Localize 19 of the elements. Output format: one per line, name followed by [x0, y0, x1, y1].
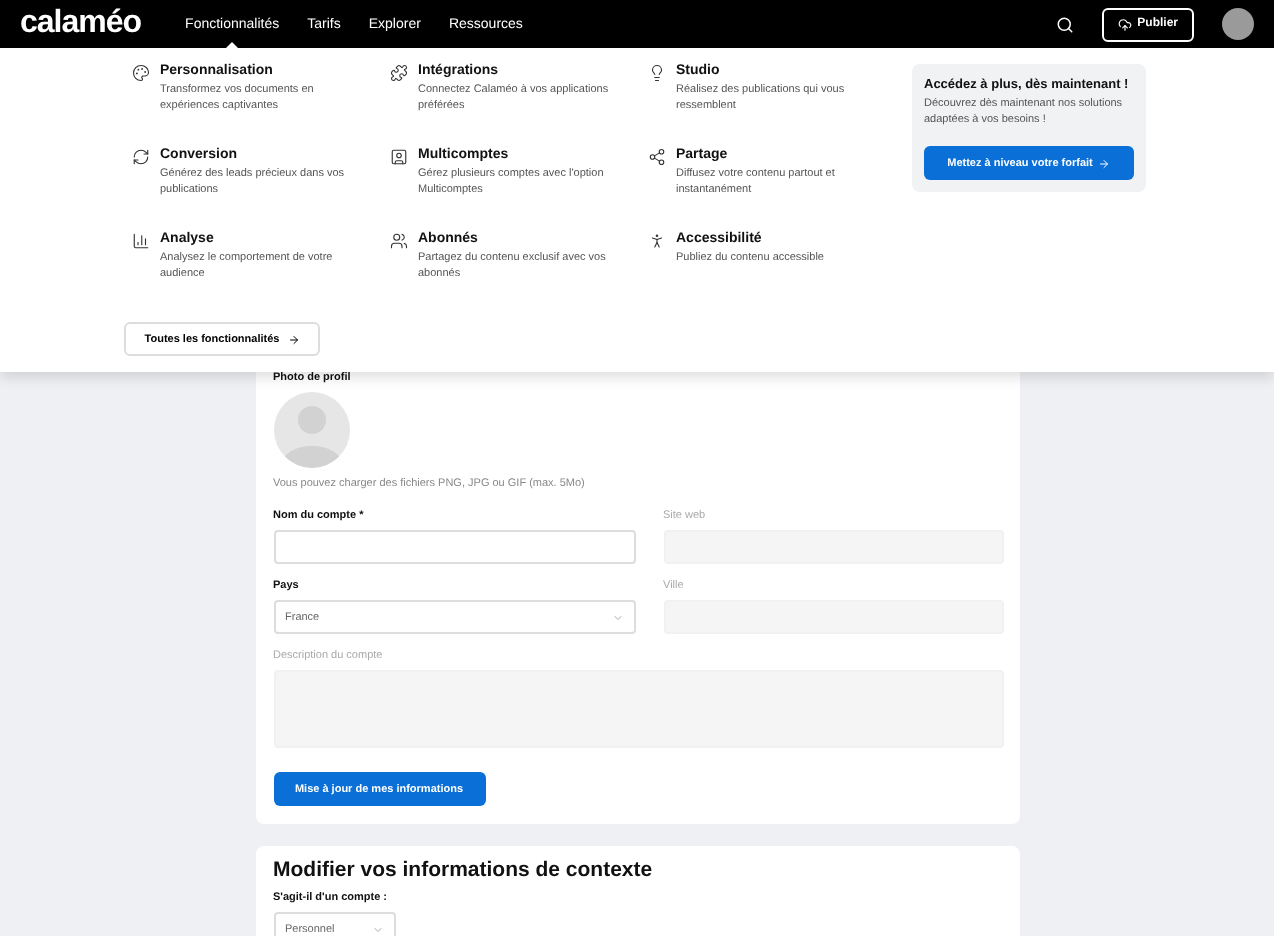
chart-icon	[132, 232, 150, 250]
logo[interactable]: calaméo	[20, 6, 142, 42]
chevron-down-icon	[611, 611, 623, 623]
arrow-right-icon	[287, 333, 300, 345]
person-icon	[648, 232, 666, 250]
share-icon	[648, 148, 666, 166]
search-icon[interactable]	[1055, 15, 1074, 33]
avatar[interactable]	[1222, 8, 1254, 40]
section-title: Modifier vos informations de contexte	[273, 856, 655, 882]
profile-photo[interactable]	[273, 392, 349, 468]
arrow-right-icon	[1098, 157, 1111, 170]
palette-icon	[132, 64, 150, 82]
user-card-icon	[390, 148, 408, 166]
refresh-icon	[132, 148, 150, 166]
input-field[interactable]	[273, 530, 635, 564]
cloud-upload-icon	[1117, 17, 1132, 31]
users-icon	[390, 232, 408, 250]
puzzle-icon	[390, 64, 408, 82]
chevron-down-icon	[371, 923, 383, 935]
